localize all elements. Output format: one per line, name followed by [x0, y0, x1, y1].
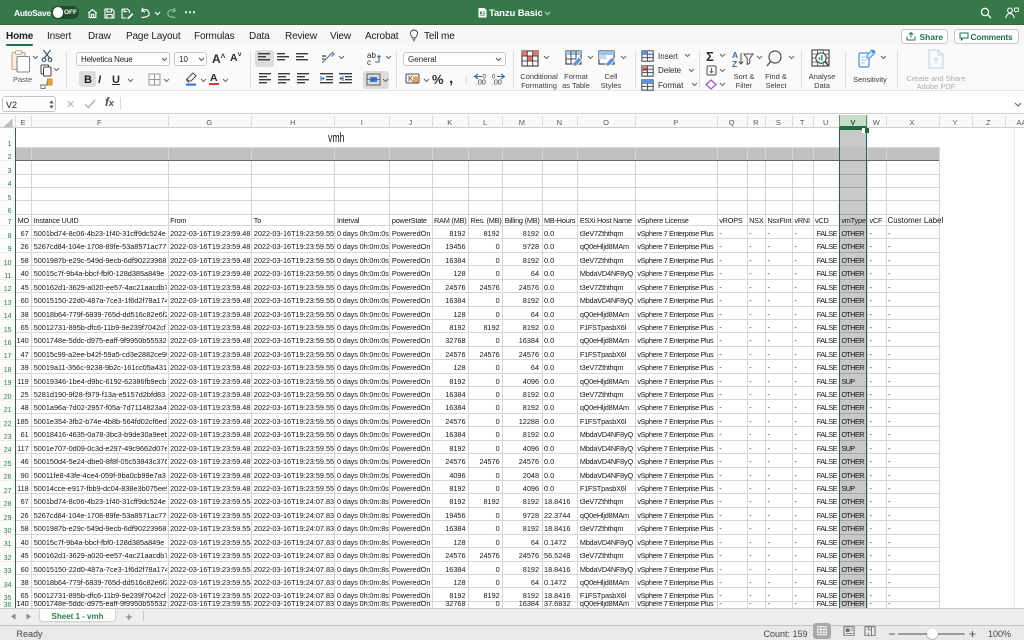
svg-text:Z: Z [732, 59, 737, 69]
svg-text:0: 0 [483, 75, 487, 81]
svg-text:c: c [367, 58, 371, 65]
